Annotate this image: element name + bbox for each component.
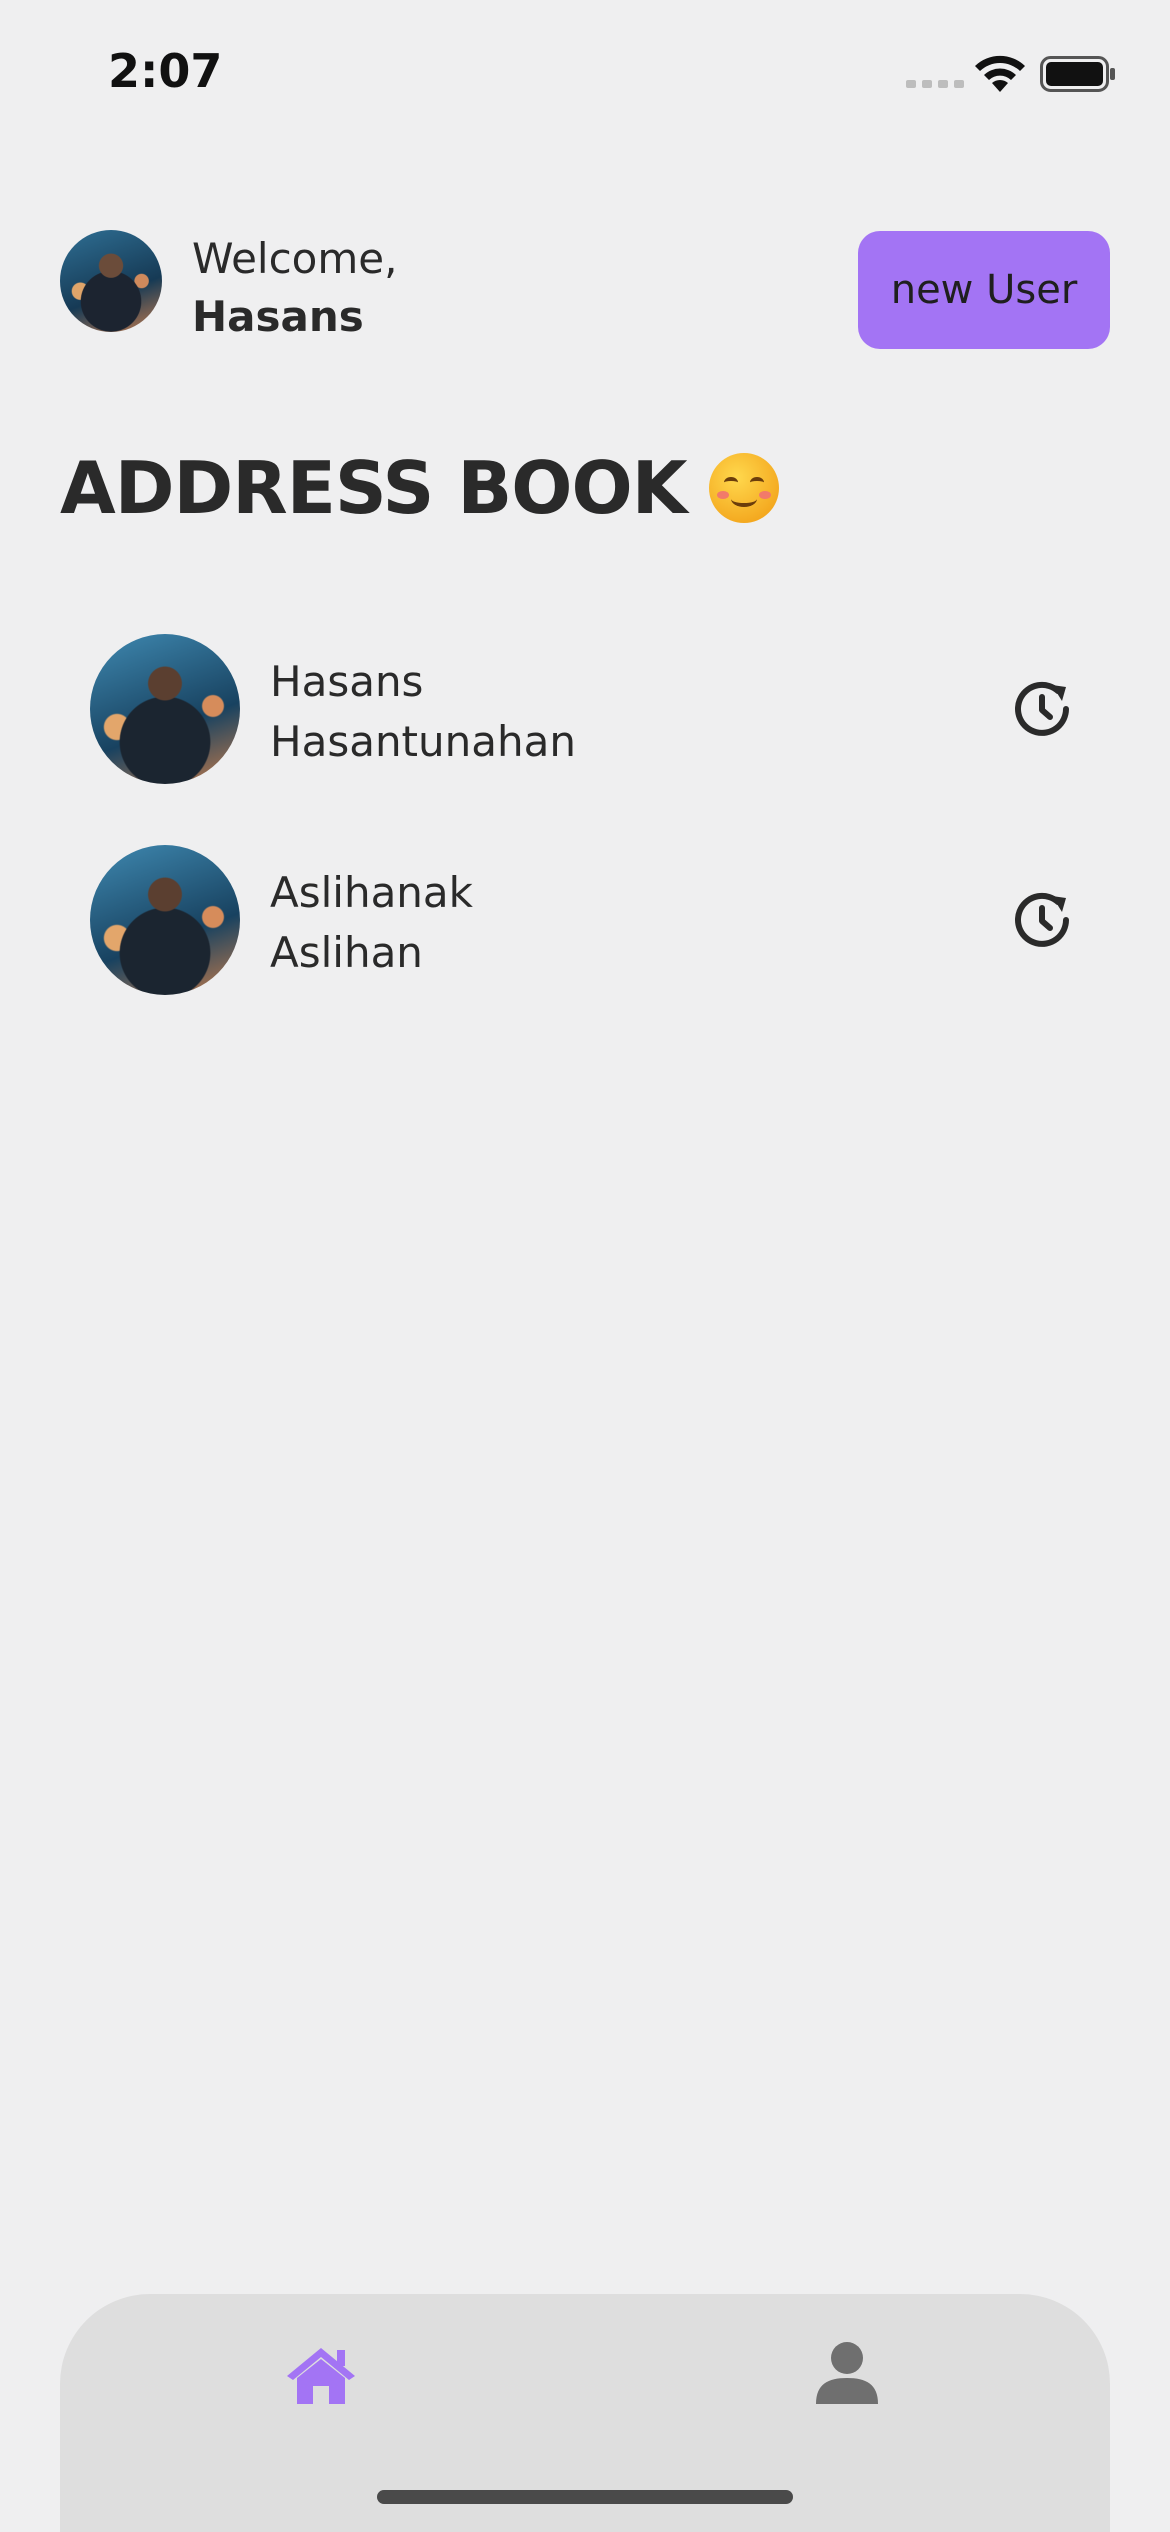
status-bar: 2:07	[0, 0, 1170, 150]
cellular-signal-icon	[906, 80, 964, 88]
history-icon[interactable]	[1012, 679, 1072, 739]
current-username: Hasans	[192, 292, 364, 341]
contact-second-line: Hasantunahan	[270, 717, 576, 766]
new-user-button[interactable]: new User	[858, 231, 1110, 349]
contact-avatar	[90, 634, 240, 784]
history-icon[interactable]	[1012, 890, 1072, 950]
page-title-text: ADDRESS BOOK	[60, 446, 688, 530]
contact-second-line: Aslihan	[270, 928, 423, 977]
contact-name: Hasans Hasantunahan	[270, 652, 576, 772]
contact-first-line: Hasans	[270, 657, 424, 706]
status-time: 2:07	[108, 44, 223, 98]
page-title: ADDRESS BOOK	[60, 446, 779, 530]
current-user-avatar[interactable]	[60, 230, 162, 332]
wifi-icon	[975, 55, 1025, 92]
user-icon[interactable]	[814, 2340, 880, 2406]
contact-name: Aslihanak Aslihan	[270, 863, 473, 983]
contact-list-item[interactable]: Aslihanak Aslihan	[90, 845, 1090, 995]
contact-list-item[interactable]: Hasans Hasantunahan	[90, 634, 1090, 784]
contact-first-line: Aslihanak	[270, 868, 473, 917]
welcome-text: Welcome,	[192, 234, 398, 283]
home-indicator[interactable]	[377, 2490, 793, 2504]
battery-icon	[1040, 56, 1115, 92]
smiling-face-emoji-icon	[708, 453, 779, 523]
home-icon[interactable]	[285, 2344, 357, 2406]
contact-avatar	[90, 845, 240, 995]
